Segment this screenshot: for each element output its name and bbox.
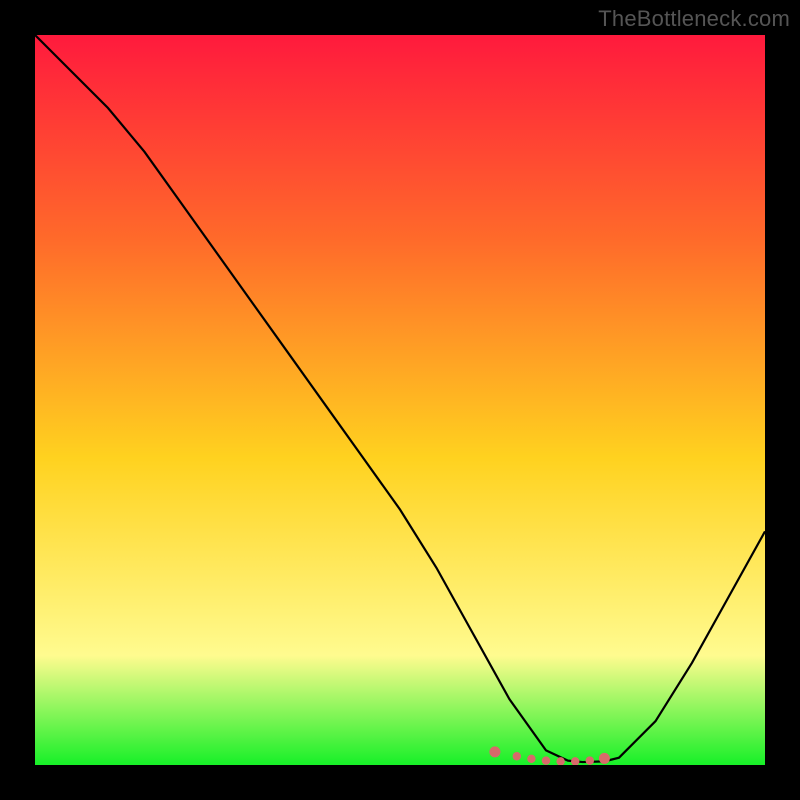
optimal-dot: [489, 746, 500, 757]
bottleneck-chart: [35, 35, 765, 765]
optimal-dot: [599, 753, 610, 764]
gradient-background: [35, 35, 765, 765]
optimal-dot: [586, 756, 594, 764]
chart-frame: TheBottleneck.com: [0, 0, 800, 800]
optimal-dot: [542, 756, 550, 764]
chart-svg: [35, 35, 765, 765]
watermark-text: TheBottleneck.com: [598, 6, 790, 32]
optimal-dot: [513, 752, 521, 760]
optimal-dot: [527, 755, 535, 763]
